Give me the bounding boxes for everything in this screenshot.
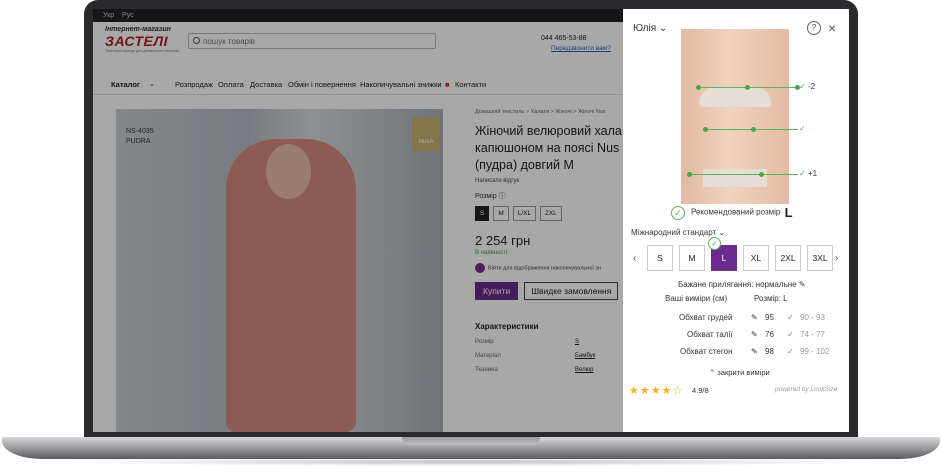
waist-dot <box>751 127 756 132</box>
profile-selector[interactable]: Юлія ⌄ <box>633 23 667 34</box>
chevron-up-icon: ⌃ <box>709 368 716 377</box>
laptop-base <box>2 437 940 459</box>
chevron-down-icon: ⌄ <box>718 228 726 237</box>
fit-preference[interactable]: Бажане прилягання: нормальне ✎ <box>678 280 806 289</box>
check-icon: ✓ <box>787 330 794 339</box>
laptop-shadow <box>60 458 882 466</box>
size-column-header: Розмір: L <box>754 294 788 303</box>
measurements-header: Ваші виміри (см) <box>665 294 728 303</box>
rating-stars: ★★★★☆ <box>629 385 684 397</box>
laptop: Укр Рус Інтернет-магазин ЗАСТЕЛІ Текстил… <box>0 0 942 475</box>
measurement-row: Обхват талії ✎ 76 ✓ 74 - 77 <box>687 330 825 339</box>
check-icon: ✓ <box>799 82 806 91</box>
close-icon[interactable]: × <box>828 20 836 36</box>
measurement-row: Обхват стегон ✎ 98 ✓ 99 - 102 <box>680 347 830 356</box>
waist-mark: ✓ <box>799 124 806 133</box>
size-2xl[interactable]: 2XL <box>775 245 801 271</box>
check-icon: ✓ <box>799 169 806 178</box>
bust-dot <box>696 85 701 90</box>
recommended-size: ✓ Рекомендований розмір L <box>671 205 793 220</box>
measurement-row: Обхват грудей ✎ 95 ✓ 90 - 93 <box>679 313 825 322</box>
body-garment-top <box>699 87 771 107</box>
hip-dot <box>687 172 692 177</box>
body-figure <box>681 29 789 204</box>
check-icon: ✓ <box>787 347 794 356</box>
check-icon: ✓ <box>787 313 794 322</box>
help-icon[interactable]: ? <box>807 21 821 35</box>
overlay-dim[interactable] <box>93 9 623 432</box>
chevron-down-icon: ⌄ <box>658 23 668 34</box>
size-widget: Юлія ⌄ ? × ✓ -2 ✓ ✓ +1 ✓ Рекомендований р… <box>623 9 849 432</box>
body-garment-bottom <box>703 169 767 187</box>
chevron-right-icon[interactable]: › <box>835 253 838 264</box>
bust-mark: ✓ -2 <box>799 82 816 91</box>
size-m[interactable]: M <box>679 245 705 271</box>
waist-dot <box>703 127 708 132</box>
bust-dot <box>745 85 750 90</box>
pencil-icon[interactable]: ✎ <box>751 347 758 356</box>
hip-dot <box>759 172 764 177</box>
size-3xl[interactable]: 3XL <box>807 245 833 271</box>
check-icon: ✓ <box>799 124 806 133</box>
laptop-notch <box>402 437 540 445</box>
close-measurements-button[interactable]: ⌃ закрити виміри <box>709 368 770 377</box>
size-l[interactable]: ✓ L <box>708 237 737 271</box>
hip-mark: ✓ +1 <box>799 169 818 178</box>
size-xl[interactable]: XL <box>743 245 769 271</box>
powered-by[interactable]: powered by LookSize <box>775 386 837 393</box>
size-s[interactable]: S <box>647 245 673 271</box>
check-icon: ✓ <box>708 237 721 250</box>
size-standard-selector[interactable]: Міжнародний стандарт ⌄ <box>631 228 725 237</box>
shop-page: Укр Рус Інтернет-магазин ЗАСТЕЛІ Текстил… <box>93 9 623 432</box>
check-circle-icon: ✓ <box>671 205 685 220</box>
pencil-icon[interactable]: ✎ <box>751 330 758 339</box>
hip-line <box>689 174 798 175</box>
rating-value: 4.9/8 <box>692 386 709 395</box>
pencil-icon: ✎ <box>798 280 806 289</box>
pencil-icon[interactable]: ✎ <box>751 313 758 322</box>
screen: Укр Рус Інтернет-магазин ЗАСТЕЛІ Текстил… <box>93 9 849 432</box>
size-selector: S M ✓ L XL 2XL 3XL <box>647 237 833 271</box>
chevron-left-icon[interactable]: ‹ <box>633 253 636 264</box>
